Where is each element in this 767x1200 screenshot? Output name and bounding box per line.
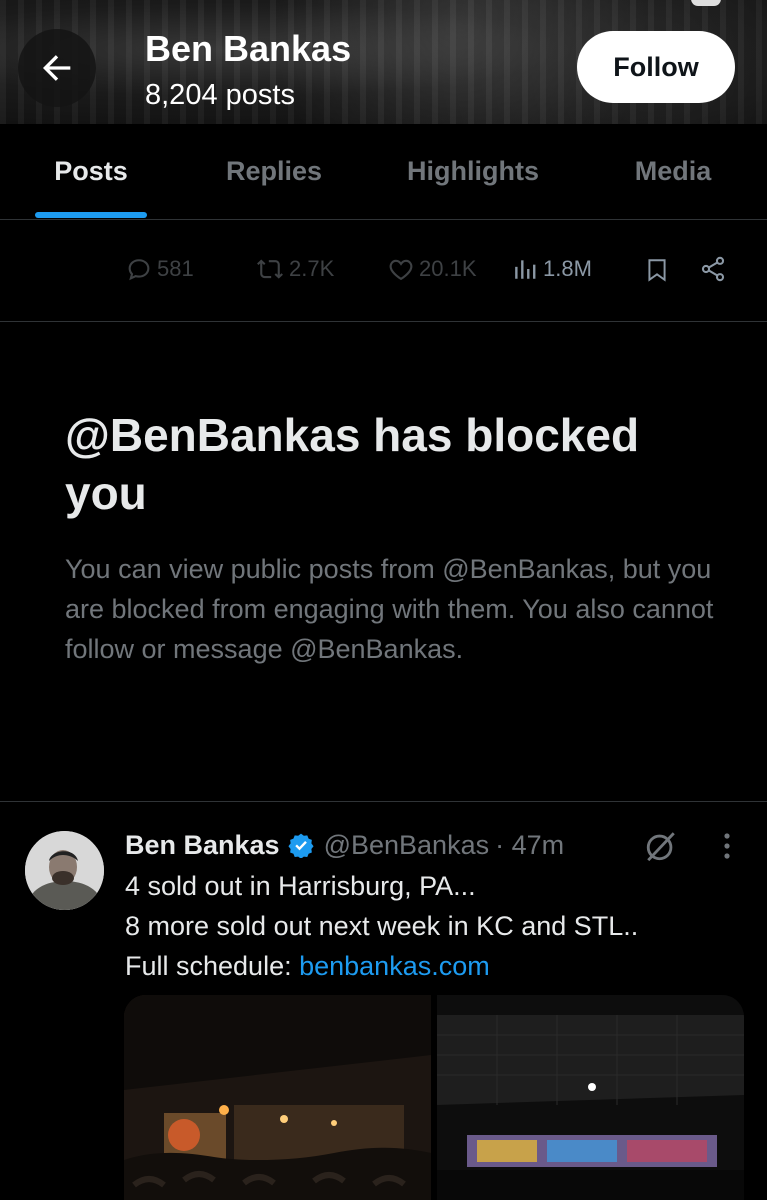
views-count: 1.8M (543, 256, 592, 281)
tweet-timestamp: · 47m (495, 829, 565, 860)
tweet-handle[interactable]: @BenBankas (324, 830, 490, 861)
status-bar (0, 0, 767, 12)
repost-count: 2.7K (289, 256, 335, 281)
back-button[interactable] (18, 29, 96, 107)
tweet-line: 4 sold out in Harrisburg, PA... (125, 871, 476, 901)
post-count: 8,204 posts (145, 79, 295, 111)
tweet-line: 8 more sold out next week in KC and STL.… (125, 911, 639, 941)
engagement-bar: 581 2.7K 20.1K 1.8M (0, 219, 767, 322)
tab-media[interactable]: Media (617, 124, 729, 219)
tweet-media (124, 995, 744, 1200)
active-tab-indicator (35, 212, 147, 218)
share-icon (701, 256, 725, 282)
tweet-author-name[interactable]: Ben Bankas (125, 830, 280, 861)
speech-bubble-icon (128, 259, 150, 281)
follow-button[interactable]: Follow (577, 31, 735, 103)
tweet-header: Ben Bankas @BenBankas · 47m (125, 826, 564, 864)
views-button[interactable]: 1.8M (513, 255, 592, 283)
schedule-link[interactable]: benbankas.com (299, 951, 490, 981)
grok-icon[interactable] (644, 829, 678, 868)
arrow-left-icon (43, 55, 71, 81)
heart-icon (389, 259, 413, 281)
reply-count: 581 (157, 256, 194, 281)
schedule-prefix: Full schedule: (125, 951, 300, 981)
bookmark-icon (648, 259, 666, 282)
profile-tabs: Posts Replies Highlights Media (0, 124, 767, 220)
profile-name: Ben Bankas (145, 28, 352, 69)
like-button[interactable]: 20.1K (387, 255, 477, 283)
share-button[interactable] (699, 255, 727, 283)
battery-icon (691, 0, 721, 6)
avatar[interactable] (25, 831, 104, 910)
tab-highlights[interactable]: Highlights (393, 124, 553, 219)
media-photo-2[interactable] (437, 995, 744, 1200)
more-vertical-icon[interactable] (716, 831, 738, 866)
tab-replies[interactable]: Replies (206, 124, 342, 219)
blocked-title: @BenBankas has blocked you (65, 409, 640, 519)
tweet-line: Full schedule: benbankas.com (125, 946, 755, 986)
bar-chart-icon (515, 260, 536, 279)
reply-button[interactable]: 581 (125, 255, 194, 283)
repost-button[interactable]: 2.7K (255, 255, 334, 283)
avatar-photo (25, 831, 104, 910)
bookmark-button[interactable] (644, 255, 670, 285)
media-photo-1[interactable] (124, 995, 431, 1200)
verified-badge-icon (288, 832, 314, 858)
repost-icon (257, 259, 283, 279)
section-divider (0, 801, 767, 802)
tab-posts[interactable]: Posts (35, 124, 147, 219)
like-count: 20.1K (419, 256, 477, 281)
blocked-description: You can view public posts from @BenBanka… (65, 554, 714, 664)
profile-header: Ben Bankas 8,204 posts Follow (0, 0, 767, 124)
tweet-body: 4 sold out in Harrisburg, PA... 8 more s… (125, 866, 755, 986)
